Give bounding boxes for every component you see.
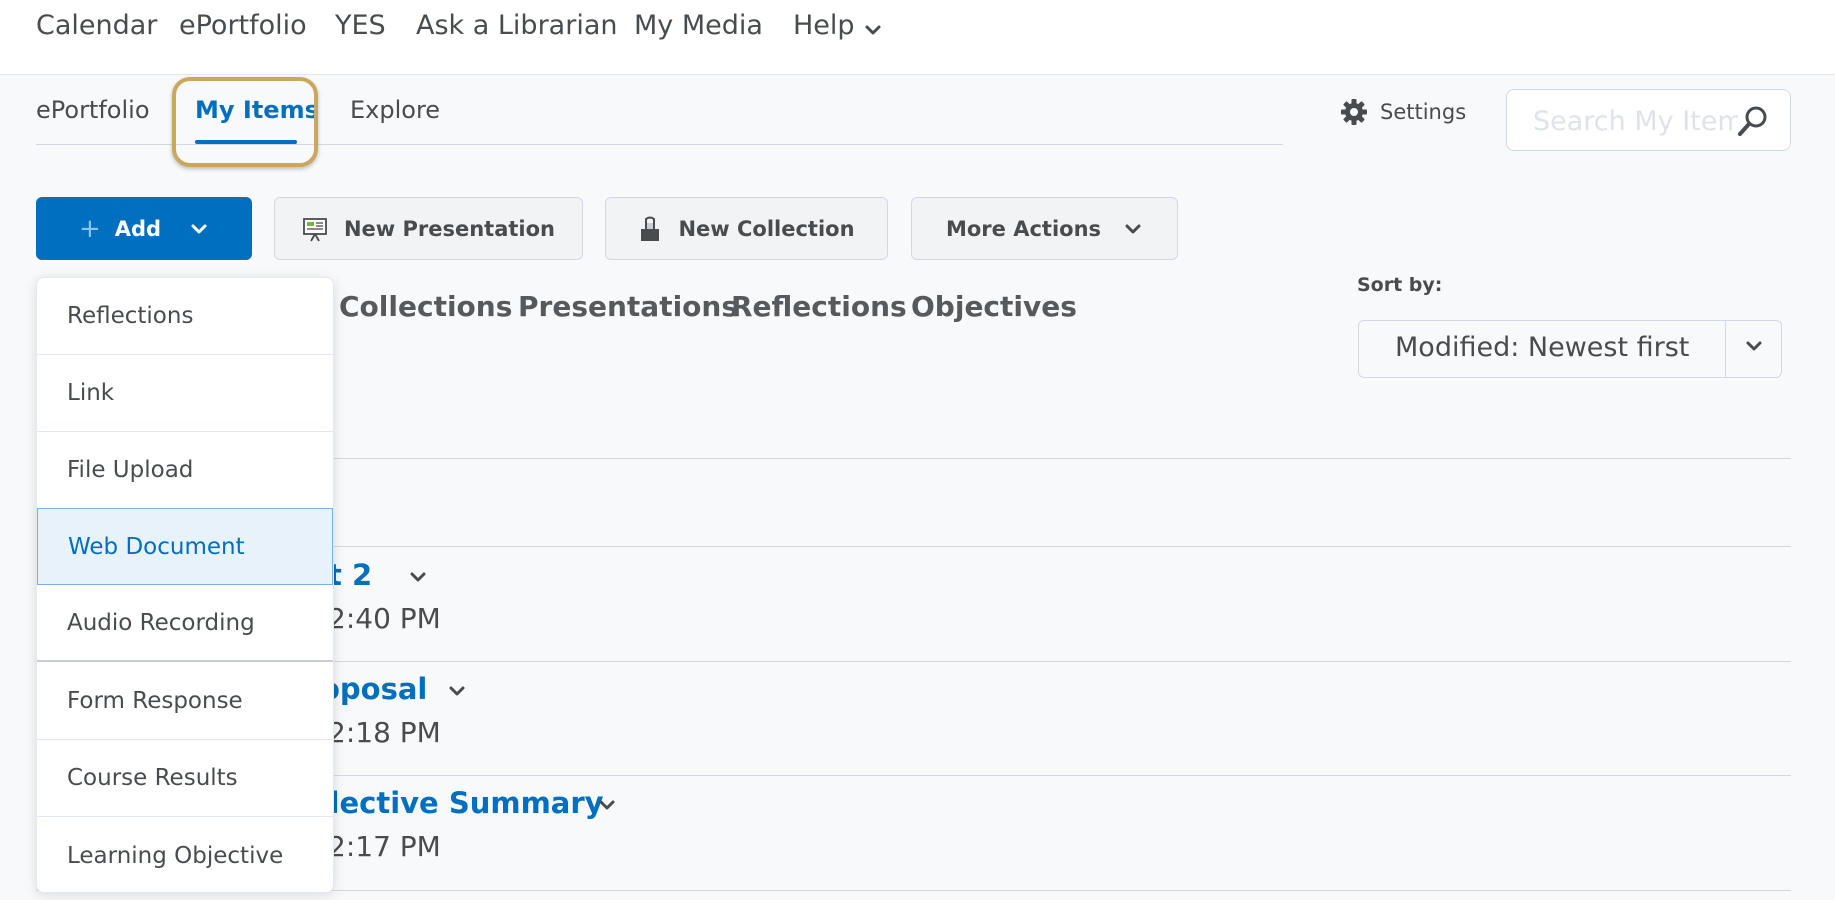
- settings-label: Settings: [1380, 100, 1467, 124]
- plus-icon: +: [78, 213, 101, 244]
- menu-item-file-upload[interactable]: File Upload: [37, 432, 333, 509]
- nav-yes[interactable]: YES: [335, 10, 386, 41]
- add-button-label: Add: [114, 216, 162, 241]
- menu-item-audio-recording[interactable]: Audio Recording: [37, 585, 333, 662]
- item-modified-time: 2:40 PM: [328, 602, 441, 635]
- filter-tab-objectives[interactable]: Objectives: [911, 290, 1077, 323]
- chevron-down-icon[interactable]: [596, 797, 618, 813]
- top-navigation-bar: Calendar ePortfolio YES Ask a Librarian …: [0, 0, 1835, 75]
- highlight-annotation-ring: [172, 77, 318, 167]
- menu-item-link[interactable]: Link: [37, 355, 333, 432]
- search-box: [1506, 89, 1791, 151]
- item-title[interactable]: t 2: [328, 558, 372, 592]
- nav-ask-a-librarian[interactable]: Ask a Librarian: [416, 10, 617, 41]
- new-collection-button[interactable]: New Collection: [605, 197, 888, 260]
- more-actions-label: More Actions: [945, 216, 1102, 241]
- chevron-down-icon[interactable]: [862, 22, 884, 38]
- tab-eportfolio[interactable]: ePortfolio: [36, 96, 150, 124]
- chevron-down-icon: [1746, 341, 1762, 351]
- item-modified-time: 2:18 PM: [328, 716, 441, 749]
- new-presentation-button[interactable]: New Presentation: [274, 197, 583, 260]
- nav-eportfolio[interactable]: ePortfolio: [179, 10, 307, 41]
- sort-by-label: Sort by:: [1357, 274, 1443, 296]
- chevron-down-icon: [1125, 224, 1141, 233]
- menu-item-web-document[interactable]: Web Document: [37, 508, 333, 585]
- nav-help[interactable]: Help: [793, 10, 855, 41]
- menu-item-reflections[interactable]: Reflections: [37, 278, 333, 355]
- menu-item-learning-objective[interactable]: Learning Objective: [37, 817, 333, 892]
- more-actions-button[interactable]: More Actions: [911, 197, 1178, 260]
- sort-select-value: Modified: Newest first: [1395, 332, 1690, 363]
- select-divider: [1725, 321, 1726, 377]
- add-button[interactable]: + Add: [36, 197, 252, 260]
- search-icon[interactable]: [1735, 104, 1771, 138]
- presentation-icon: [303, 217, 327, 241]
- item-title[interactable]: oposal: [320, 672, 427, 706]
- item-modified-time: 2:17 PM: [328, 830, 441, 863]
- binder-clip-icon: [641, 216, 660, 241]
- menu-item-course-results[interactable]: Course Results: [37, 740, 333, 817]
- menu-item-form-response[interactable]: Form Response: [37, 663, 333, 740]
- tab-explore[interactable]: Explore: [350, 96, 440, 124]
- sort-select[interactable]: Modified: Newest first: [1358, 320, 1782, 378]
- chevron-down-icon: [191, 224, 207, 233]
- nav-my-media[interactable]: My Media: [634, 10, 763, 41]
- filter-tab-reflections[interactable]: Reflections: [731, 290, 907, 323]
- chevron-down-icon[interactable]: [407, 569, 429, 585]
- new-presentation-label: New Presentation: [343, 216, 556, 241]
- nav-calendar[interactable]: Calendar: [36, 10, 157, 41]
- filter-tab-collections[interactable]: Collections: [339, 290, 512, 323]
- filter-tab-presentations[interactable]: Presentations: [518, 290, 738, 323]
- chevron-down-icon[interactable]: [446, 683, 468, 699]
- search-input[interactable]: [1531, 102, 1740, 140]
- new-collection-label: New Collection: [678, 216, 855, 241]
- gear-icon: [1341, 99, 1367, 125]
- add-dropdown-menu: Reflections Link File Upload Web Documen…: [36, 277, 334, 893]
- item-title[interactable]: flective Summary: [318, 786, 604, 820]
- settings-button[interactable]: Settings: [1340, 96, 1466, 128]
